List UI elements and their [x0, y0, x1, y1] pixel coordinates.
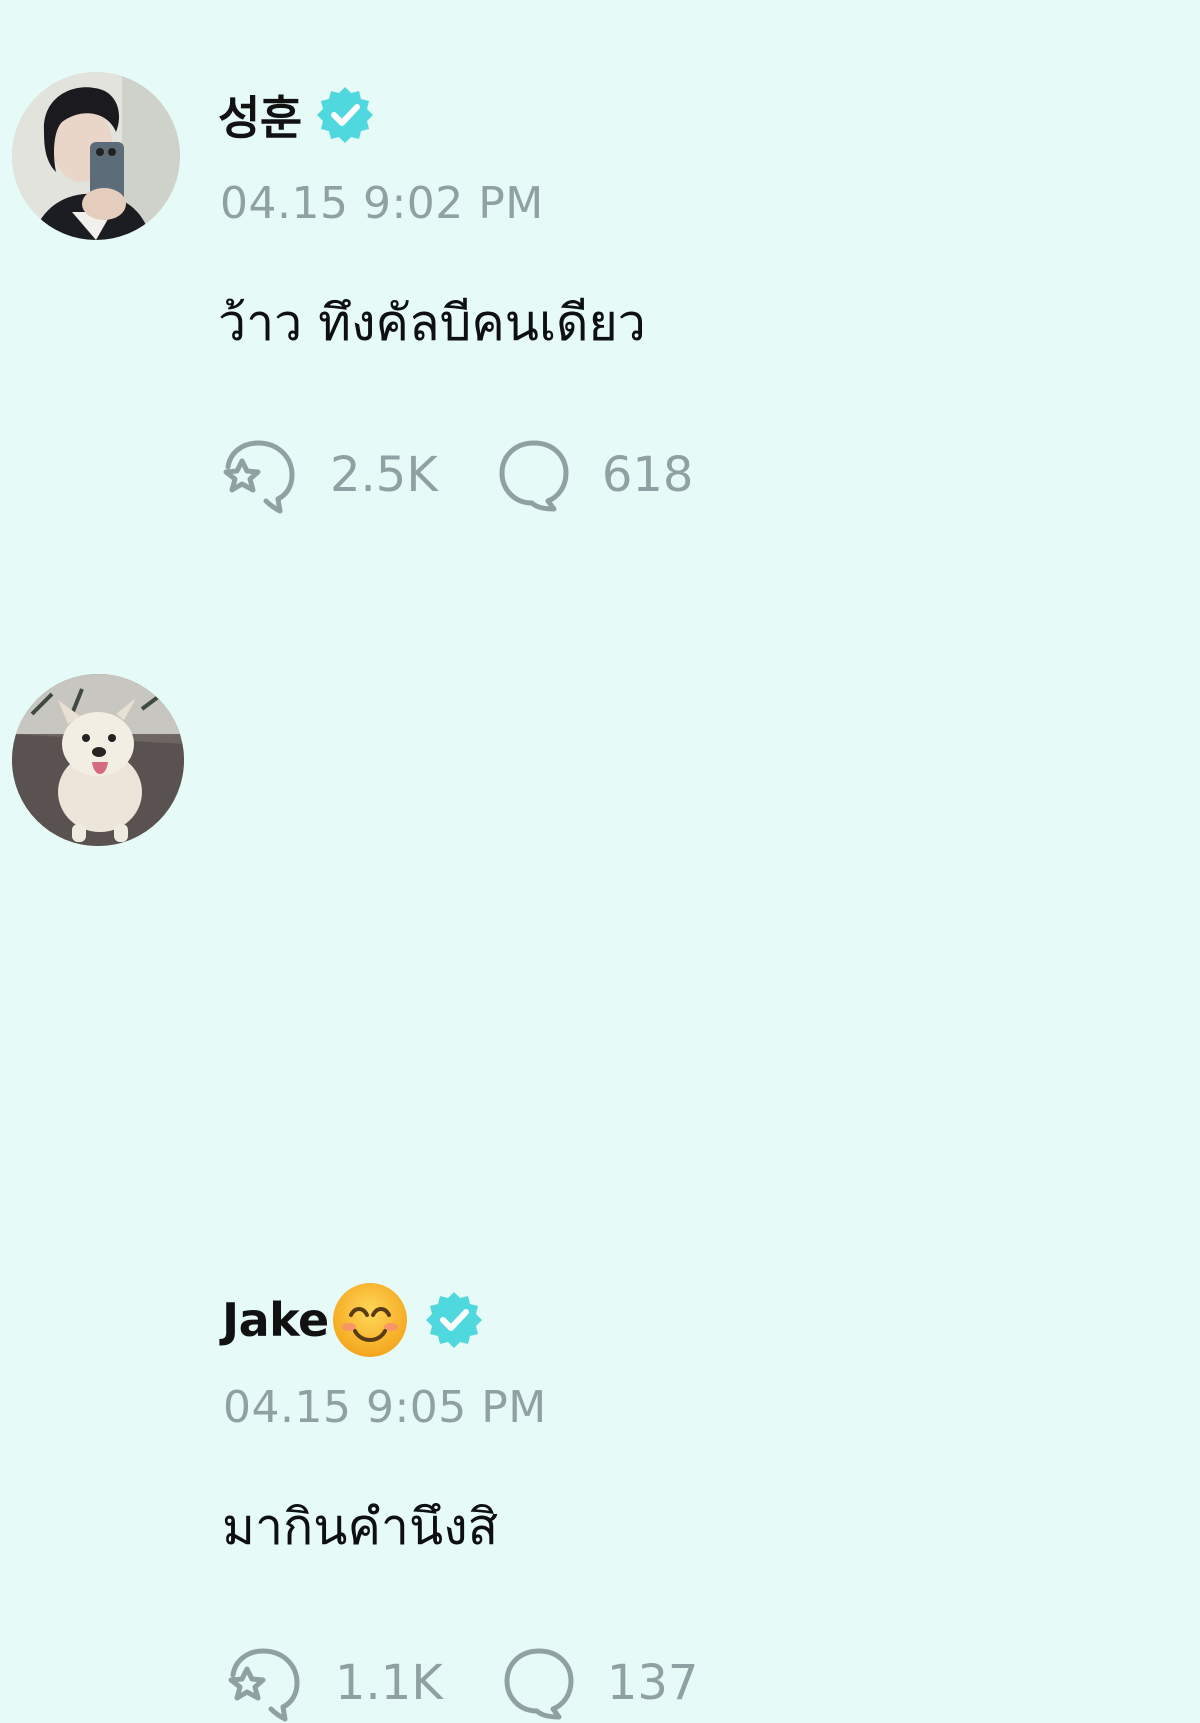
- post-actions: 1.1K 137: [225, 1645, 699, 1722]
- post-actions: 2.5K 618: [220, 437, 694, 514]
- author-row: Jake: [222, 1283, 485, 1357]
- verified-badge-icon: [314, 84, 376, 146]
- avatar-photo: [12, 674, 184, 846]
- star-bubble-icon: [223, 440, 295, 514]
- author-name[interactable]: Jake: [222, 1293, 329, 1347]
- avatar[interactable]: [12, 674, 184, 846]
- author-row: 성훈: [218, 80, 376, 150]
- post: Jake 04.15 9:05 PM มากินคำนึงสิ 1.1K 137: [0, 600, 1200, 1722]
- reply-count: 618: [601, 447, 694, 503]
- like-count: 1.1K: [335, 1655, 443, 1711]
- avatar[interactable]: [12, 72, 180, 240]
- reply-button[interactable]: 137: [443, 1645, 699, 1721]
- like-button[interactable]: 2.5K: [220, 435, 438, 515]
- like-count: 2.5K: [330, 447, 438, 503]
- speech-bubble-icon: [504, 1648, 574, 1720]
- timestamp: 04.15 9:02 PM: [220, 178, 544, 229]
- post: 성훈 04.15 9:02 PM ว้าว ทึงคัลบีคนเดียว 2.…: [0, 0, 1200, 600]
- post-text: มากินคำนึงสิ: [222, 1498, 499, 1556]
- timestamp: 04.15 9:05 PM: [223, 1382, 547, 1433]
- like-button[interactable]: 1.1K: [225, 1643, 443, 1723]
- star-bubble-icon: [228, 1648, 300, 1722]
- speech-bubble-icon: [499, 440, 569, 512]
- verified-badge-icon: [423, 1289, 485, 1351]
- author-name[interactable]: 성훈: [218, 82, 302, 148]
- post-text: ว้าว ทึงคัลบีคนเดียว: [218, 294, 646, 352]
- reply-button[interactable]: 618: [438, 437, 694, 513]
- reply-count: 137: [606, 1655, 699, 1711]
- smiling-face-emoji: [331, 1281, 409, 1359]
- avatar-photo: [12, 72, 180, 240]
